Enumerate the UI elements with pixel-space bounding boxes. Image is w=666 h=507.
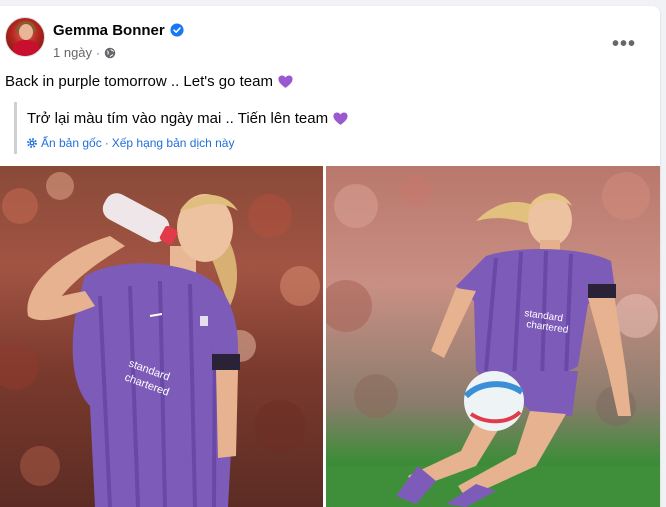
rate-translation-link[interactable]: Xếp hạng bản dịch này: [112, 136, 235, 150]
photo-player-drinking[interactable]: standard chartered: [0, 166, 323, 507]
author-row: Gemma Bonner: [53, 20, 184, 40]
meta-separator: ·: [96, 45, 101, 60]
more-options-icon: •••: [611, 32, 636, 55]
author-avatar[interactable]: [5, 17, 45, 57]
post-header: Gemma Bonner 1 ngày · •••: [0, 6, 660, 66]
hide-original-link[interactable]: Ẩn bản gốc: [41, 136, 102, 150]
post-meta: 1 ngày ·: [53, 45, 116, 60]
photo-player-running-ball[interactable]: standard chartered: [326, 166, 660, 507]
more-options-button[interactable]: •••: [606, 26, 642, 62]
translation-actions: Ẩn bản gốc · Xếp hạng bản dịch này: [26, 136, 234, 150]
post-message: Back in purple tomorrow .. Let's go team: [5, 73, 294, 90]
post-card: Gemma Bonner 1 ngày · ••• Back in purple…: [0, 6, 660, 507]
post-message-text: Back in purple tomorrow .. Let's go team: [5, 73, 273, 90]
post-timestamp[interactable]: 1 ngày: [53, 45, 92, 60]
author-name[interactable]: Gemma Bonner: [53, 22, 165, 39]
translated-message: Trở lại màu tím vào ngày mai .. Tiến lên…: [27, 110, 349, 127]
photo-grid: standard chartered standard chartered: [0, 166, 660, 507]
globe-icon[interactable]: [104, 47, 116, 59]
translated-message-text: Trở lại màu tím vào ngày mai .. Tiến lên…: [27, 110, 329, 127]
purple-heart-icon: [333, 112, 348, 125]
verified-badge-icon: [170, 23, 184, 37]
gear-icon[interactable]: [26, 137, 38, 149]
translation-block: Trở lại màu tím vào ngày mai .. Tiến lên…: [14, 102, 574, 154]
translation-separator: ·: [104, 136, 109, 150]
purple-heart-icon: [278, 75, 293, 88]
